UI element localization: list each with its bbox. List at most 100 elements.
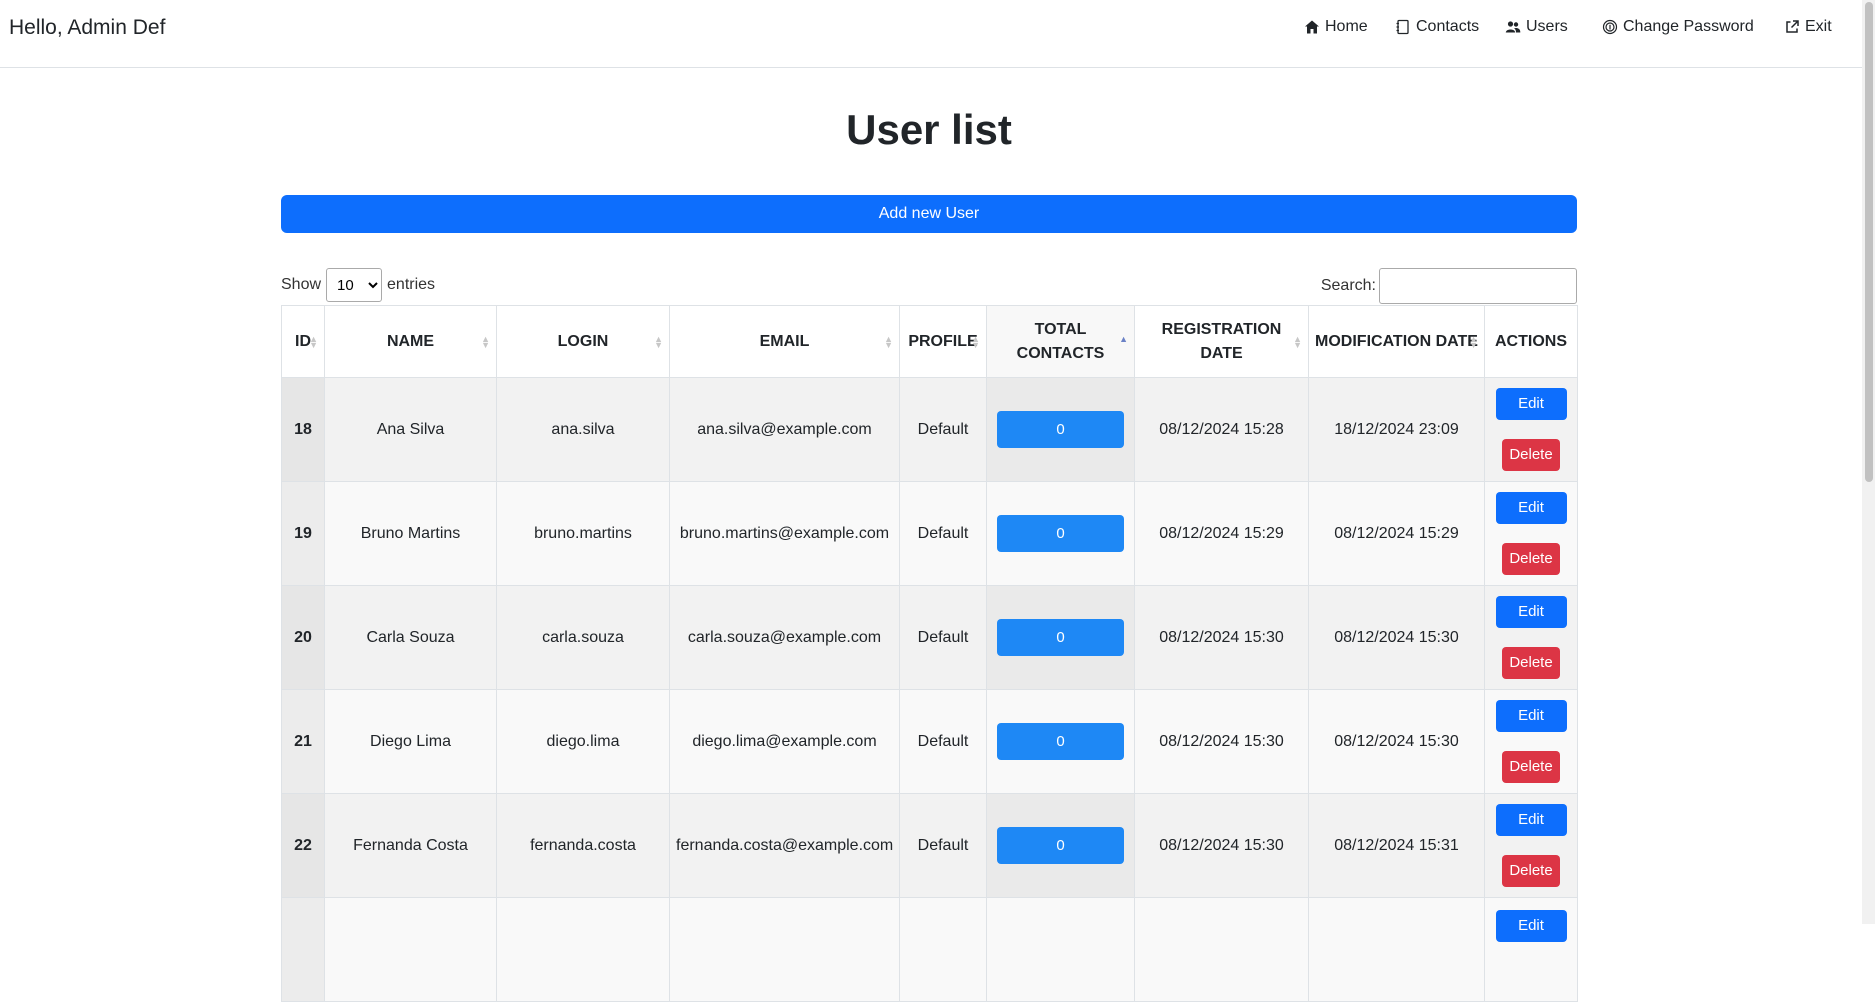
external-link-icon [1786, 20, 1799, 33]
scrollbar-thumb[interactable] [1865, 2, 1873, 482]
delete-button[interactable]: Delete [1502, 751, 1560, 783]
cell-profile: Default [899, 689, 987, 794]
column-header-registration-date[interactable]: REGISTRATION DATE ▲ ▼ [1134, 305, 1309, 378]
contacts-count-button[interactable]: 0 [997, 827, 1124, 864]
cell-profile [899, 897, 987, 1002]
top-navbar: Hello, Admin Def Home Contacts Users Cha… [0, 0, 1862, 68]
cell-actions: Edit Delete [1484, 689, 1578, 794]
nav-contacts-label: Contacts [1416, 18, 1480, 35]
nav-exit-link[interactable]: Exit [1784, 18, 1832, 36]
cell-modification-date: 18/12/2024 23:09 [1308, 377, 1485, 482]
contacts-count-button[interactable]: 0 [997, 723, 1124, 760]
cell-email: carla.souza@example.com [669, 585, 900, 690]
cell-id [281, 897, 325, 1002]
address-book-icon [1396, 19, 1409, 35]
cell-email [669, 897, 900, 1002]
cell-id: 22 [281, 793, 325, 898]
delete-button[interactable]: Delete [1502, 647, 1560, 679]
cell-name: Diego Lima [324, 689, 497, 794]
edit-button[interactable]: Edit [1495, 910, 1567, 942]
sort-icon: ▲ ▼ [1293, 333, 1302, 350]
table-search-control: Search: [1321, 268, 1577, 304]
edit-button[interactable]: Edit [1495, 492, 1567, 524]
table-row: 18 Ana Silva ana.silva ana.silva@example… [281, 377, 1578, 482]
cell-total-contacts: 0 [986, 481, 1135, 586]
add-new-user-button[interactable]: Add new User [281, 195, 1577, 233]
entries-label: entries [387, 276, 436, 293]
cell-id: 20 [281, 585, 325, 690]
delete-button[interactable]: Delete [1502, 439, 1560, 471]
home-icon [1305, 20, 1319, 34]
contacts-count-button[interactable]: 0 [997, 515, 1124, 552]
column-header-login[interactable]: LOGIN ▲ ▼ [496, 305, 670, 378]
column-header-modification-date[interactable]: MODIFICATION DATE ▲ ▼ [1308, 305, 1485, 378]
contacts-count-button[interactable]: 0 [997, 619, 1124, 656]
page-title: User list [846, 106, 1012, 153]
nav-home-label: Home [1325, 18, 1368, 35]
table-row: 22 Fernanda Costa fernanda.costa fernand… [281, 793, 1578, 898]
cell-login: carla.souza [496, 585, 670, 690]
cell-modification-date: 08/12/2024 15:29 [1308, 481, 1485, 586]
delete-button[interactable]: Delete [1502, 543, 1560, 575]
cell-modification-date [1308, 897, 1485, 1002]
nav-home-link[interactable]: Home [1304, 18, 1368, 36]
cell-id: 19 [281, 481, 325, 586]
search-input[interactable] [1379, 268, 1577, 304]
cell-id: 18 [281, 377, 325, 482]
users-table: ID ▲ ▼ NAME ▲ ▼ LOGIN ▲ ▼ EMAIL ▲ ▼ PROFILE ▲ ▼ TO… [281, 305, 1578, 1002]
fingerprint-icon [1602, 19, 1618, 35]
users-icon [1505, 21, 1521, 33]
cell-registration-date: 08/12/2024 15:30 [1134, 585, 1309, 690]
sort-icon: ▲ ▼ [971, 333, 980, 350]
nav-users-label: Users [1526, 18, 1568, 35]
cell-total-contacts: 0 [986, 689, 1135, 794]
column-header-id[interactable]: ID ▲ ▼ [281, 305, 325, 378]
cell-login: bruno.martins [496, 481, 670, 586]
cell-email: diego.lima@example.com [669, 689, 900, 794]
edit-button[interactable]: Edit [1495, 596, 1567, 628]
cell-login: fernanda.costa [496, 793, 670, 898]
show-label: Show [281, 276, 322, 293]
edit-button[interactable]: Edit [1495, 700, 1567, 732]
nav-contacts-link[interactable]: Contacts [1395, 18, 1479, 36]
cell-email: ana.silva@example.com [669, 377, 900, 482]
cell-actions: Edit Delete [1484, 793, 1578, 898]
table-row: 20 Carla Souza carla.souza carla.souza@e… [281, 585, 1578, 690]
cell-profile: Default [899, 793, 987, 898]
cell-total-contacts: 0 [986, 793, 1135, 898]
cell-modification-date: 08/12/2024 15:30 [1308, 689, 1485, 794]
cell-name: Ana Silva [324, 377, 497, 482]
sort-icon: ▲ ▼ [654, 333, 663, 350]
cell-registration-date: 08/12/2024 15:29 [1134, 481, 1309, 586]
sort-ascending-icon: ▲▼ [1119, 333, 1128, 344]
cell-email: bruno.martins@example.com [669, 481, 900, 586]
column-header-actions: ACTIONS [1484, 305, 1578, 378]
cell-login [496, 897, 670, 1002]
cell-registration-date: 08/12/2024 15:30 [1134, 689, 1309, 794]
edit-button[interactable]: Edit [1495, 804, 1567, 836]
page-scrollbar[interactable] [1862, 0, 1875, 924]
nav-users-link[interactable]: Users [1505, 18, 1568, 36]
column-header-email[interactable]: EMAIL ▲ ▼ [669, 305, 900, 378]
cell-registration-date: 08/12/2024 15:30 [1134, 793, 1309, 898]
entries-select[interactable]: 10 [326, 268, 383, 302]
table-row: Edit [281, 897, 1578, 1002]
sort-icon: ▲ ▼ [481, 333, 490, 350]
cell-profile: Default [899, 377, 987, 482]
edit-button[interactable]: Edit [1495, 388, 1567, 420]
column-header-total-contacts[interactable]: TOTAL CONTACTS▲▼ [986, 305, 1135, 378]
cell-total-contacts: 0 [986, 377, 1135, 482]
nav-exit-label: Exit [1805, 18, 1832, 35]
nav-change-password-link[interactable]: Change Password [1602, 18, 1754, 36]
column-header-profile[interactable]: PROFILE ▲ ▼ [899, 305, 987, 378]
sort-icon: ▲ ▼ [1469, 333, 1478, 350]
cell-registration-date [1134, 897, 1309, 1002]
cell-actions: Edit Delete [1484, 585, 1578, 690]
contacts-count-button[interactable]: 0 [997, 411, 1124, 448]
cell-profile: Default [899, 585, 987, 690]
cell-total-contacts [986, 897, 1135, 1002]
column-header-name[interactable]: NAME ▲ ▼ [324, 305, 497, 378]
entries-length-control: Show 10 entries [281, 268, 435, 302]
cell-name: Carla Souza [324, 585, 497, 690]
delete-button[interactable]: Delete [1502, 855, 1560, 887]
